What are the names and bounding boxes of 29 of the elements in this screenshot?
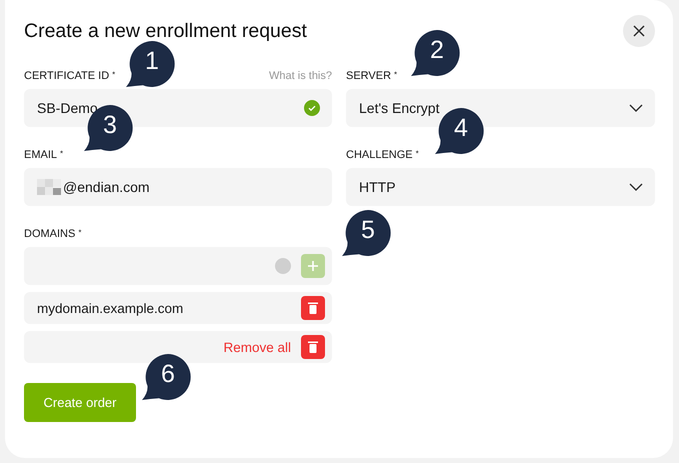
callout-bubble: 1 bbox=[126, 40, 176, 88]
input-field[interactable] bbox=[24, 247, 332, 285]
input-field[interactable]: @endian.com bbox=[24, 168, 332, 206]
field-label: EMAIL bbox=[24, 149, 58, 161]
required-mark: * bbox=[394, 70, 398, 79]
field-label: CERTIFICATE ID bbox=[24, 70, 110, 82]
trash-icon bbox=[308, 341, 318, 353]
callout-bubble: 5 bbox=[342, 209, 392, 257]
callout-bubble: 6 bbox=[142, 353, 192, 401]
chevron-down-icon bbox=[629, 183, 643, 191]
plus-icon bbox=[307, 260, 319, 272]
close-icon bbox=[633, 25, 645, 37]
domain-text: mydomain.example.com bbox=[37, 300, 184, 316]
field-label: DOMAINS bbox=[24, 228, 76, 240]
field-label: CHALLENGE bbox=[346, 149, 413, 161]
remove-all-link[interactable]: Remove all bbox=[223, 340, 291, 354]
required-mark: * bbox=[78, 228, 82, 237]
required-mark: * bbox=[112, 70, 116, 79]
required-mark: * bbox=[416, 149, 419, 158]
close-button[interactable] bbox=[623, 15, 655, 47]
dialog-title: Create a new enrollment request bbox=[24, 20, 307, 42]
trash-icon bbox=[308, 302, 318, 314]
callout-bubble: 2 bbox=[411, 29, 461, 77]
required-mark: * bbox=[60, 149, 64, 158]
chevron-down-icon bbox=[629, 104, 643, 112]
field-label: SERVER bbox=[346, 70, 392, 82]
select-field[interactable]: HTTP bbox=[346, 168, 655, 206]
delete-button[interactable] bbox=[301, 296, 325, 320]
delete-button[interactable] bbox=[301, 335, 325, 359]
